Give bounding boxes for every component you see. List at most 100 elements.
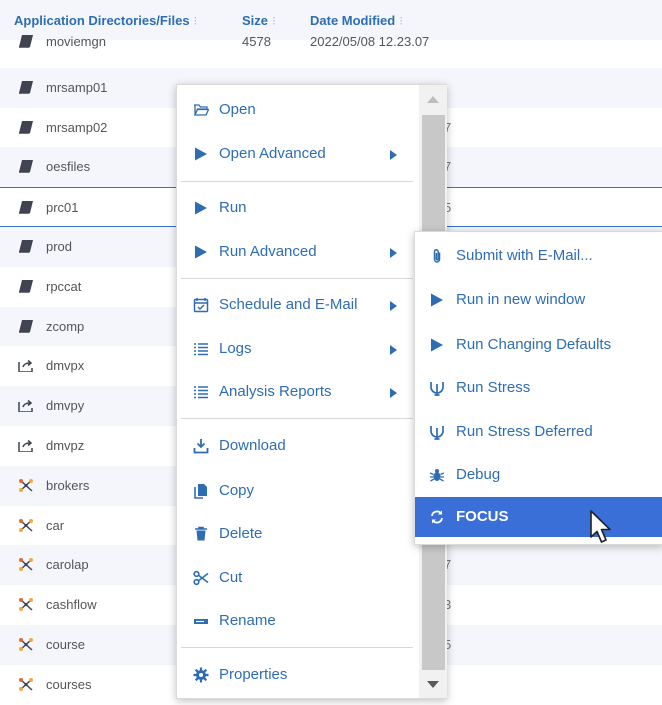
play-icon (431, 293, 443, 307)
scroll-up-arrow-icon[interactable] (427, 96, 439, 103)
menu-item-label: Rename (219, 612, 276, 629)
submenu-arrow-icon (390, 388, 397, 398)
cube-icon (19, 598, 33, 612)
menu-item-label: Open Advanced (219, 145, 326, 162)
column-header-date[interactable]: Date Modified ⁝ (310, 13, 403, 28)
stress-icon (430, 382, 444, 396)
menu-item-analysis-reports[interactable]: Analysis Reports (177, 372, 415, 412)
submenu-arrow-icon (390, 345, 397, 355)
menu-item-label: Cut (219, 569, 243, 586)
column-header-size[interactable]: Size ⁝ (242, 13, 276, 28)
cube-icon (19, 518, 33, 532)
file-name: oesfiles (46, 159, 91, 175)
scissors-icon (193, 570, 209, 586)
submenu-item-run-stress[interactable]: Run Stress (415, 368, 662, 408)
file-icon (19, 201, 33, 214)
menu-item-download[interactable]: Download (177, 426, 415, 466)
file-icon (19, 80, 33, 94)
file-date: 2022/05/08 12.23.07 (310, 34, 430, 49)
file-name: prod (46, 238, 73, 254)
submenu-item-focus[interactable]: FOCUS (415, 497, 662, 537)
file-name: car (46, 517, 65, 533)
context-menu: Open Open Advanced Run Run Advanced Sche… (176, 84, 447, 699)
sort-icon[interactable]: ⁝ (272, 14, 276, 28)
menu-item-open[interactable]: Open (177, 90, 415, 130)
menu-divider (181, 418, 413, 419)
menu-item-label: Logs (219, 340, 252, 357)
menu-item-delete[interactable]: Delete (177, 514, 415, 554)
menu-item-label: Download (219, 437, 286, 454)
cube-icon (19, 637, 33, 651)
submenu-item-run-stress-deferred[interactable]: Run Stress Deferred (415, 412, 662, 452)
file-name: dmvpx (46, 358, 85, 374)
file-name: carolap (46, 557, 89, 573)
column-header-name[interactable]: Application Directories/Files ⁝ (14, 13, 197, 28)
play-icon (195, 245, 207, 259)
submenu-item-debug[interactable]: Debug (415, 455, 662, 495)
cube-icon (19, 558, 33, 572)
file-name: rpccat (46, 278, 82, 294)
link-icon (18, 400, 33, 413)
submenu-arrow-icon (390, 248, 397, 258)
calendar-check-icon (193, 298, 209, 313)
menu-item-logs[interactable]: Logs (177, 329, 415, 369)
submenu-item-run-new-window[interactable]: Run in new window (415, 280, 662, 320)
link-icon (18, 439, 33, 452)
file-icon (19, 239, 33, 253)
file-icon (19, 160, 33, 174)
menu-item-properties[interactable]: Properties (177, 655, 415, 695)
menu-item-schedule-email[interactable]: Schedule and E-Mail (177, 285, 415, 325)
menu-item-label: Copy (219, 482, 255, 499)
menu-item-label: Run Advanced (219, 243, 317, 260)
download-icon (193, 439, 209, 454)
cube-icon (19, 677, 33, 691)
list-icon (194, 343, 208, 356)
submenu-item-submit-email[interactable]: Submit with E-Mail... (415, 236, 662, 276)
submenu-item-label: Debug (456, 466, 501, 483)
submenu-item-label: FOCUS (456, 508, 509, 525)
play-icon (195, 201, 207, 215)
menu-item-label: Analysis Reports (219, 383, 332, 400)
cube-icon (19, 478, 33, 492)
file-name: dmvpz (46, 437, 85, 453)
menu-item-label: Schedule and E-Mail (219, 296, 358, 313)
file-size: 4578 (242, 34, 271, 49)
menu-item-label: Open (219, 101, 256, 118)
menu-divider (181, 181, 413, 182)
menu-item-run[interactable]: Run (177, 188, 415, 228)
menu-divider (181, 278, 413, 279)
bug-icon (429, 469, 445, 482)
file-name: moviemgn (46, 34, 106, 49)
menu-item-copy[interactable]: Copy (177, 471, 415, 511)
menu-item-rename[interactable]: Rename (177, 601, 415, 641)
play-icon (195, 147, 207, 161)
file-name: zcomp (46, 318, 85, 334)
sort-icon[interactable]: ⁝ (399, 14, 403, 28)
menu-item-open-advanced[interactable]: Open Advanced (177, 134, 415, 174)
menu-item-run-advanced[interactable]: Run Advanced (177, 232, 415, 272)
submenu-item-label: Run in new window (456, 291, 586, 308)
file-name: mrsamp01 (46, 79, 108, 95)
submenu-item-run-changing-defaults[interactable]: Run Changing Defaults (415, 325, 662, 365)
file-name: brokers (46, 477, 90, 493)
trash-icon (195, 526, 207, 541)
sort-icon[interactable]: ⁝ (194, 14, 198, 28)
refresh-icon (431, 510, 443, 524)
submenu-item-label: Run Changing Defaults (456, 336, 612, 353)
file-icon (19, 35, 33, 48)
paperclip-icon (433, 248, 441, 263)
menu-item-cut[interactable]: Cut (177, 558, 415, 598)
file-icon (19, 120, 33, 134)
mouse-cursor-icon (590, 510, 611, 543)
file-name: courses (46, 676, 92, 692)
play-icon (431, 338, 443, 352)
menu-divider (181, 647, 413, 648)
table-row[interactable]: moviemgn 4578 2022/05/08 12.23.07 (0, 28, 662, 68)
submenu-item-label: Run Stress Deferred (456, 423, 593, 440)
file-name: prc01 (46, 200, 79, 216)
menu-item-label: Run (219, 199, 247, 216)
file-name: course (46, 636, 86, 652)
scroll-down-arrow-icon[interactable] (427, 681, 439, 688)
file-name: cashflow (46, 597, 97, 613)
stress-icon (430, 426, 444, 440)
